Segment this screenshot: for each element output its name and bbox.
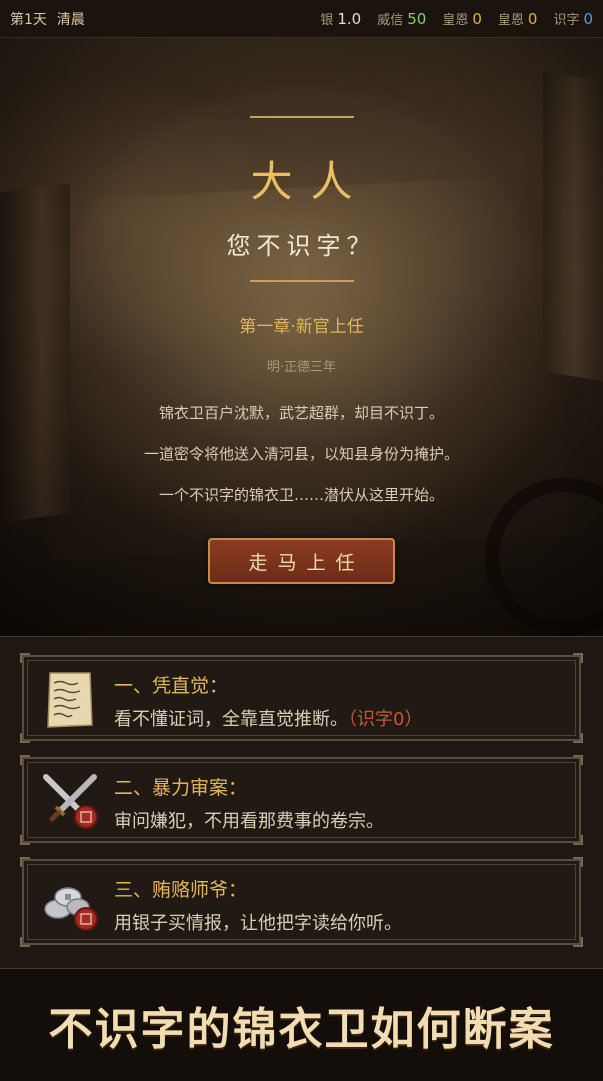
silver-coins-icon <box>44 887 98 931</box>
start-button[interactable]: 走马上任 <box>208 538 395 584</box>
stat-label: 银 <box>320 13 334 28</box>
frame-corner <box>20 733 30 743</box>
stat-value: 1.0 <box>337 10 362 28</box>
choice-force[interactable]: 二、暴力审案： 审问嫌犯，不用看那费事的卷宗。 <box>20 755 583 845</box>
choice-desc: 用银子买情报，让他把字读给你听。 <box>114 913 402 934</box>
frame-corner <box>20 857 30 867</box>
chapter-title: 第一章·新官上任 <box>239 317 364 337</box>
frame-corner <box>573 835 583 845</box>
frame-corner <box>20 937 30 947</box>
frame-corner <box>20 835 30 845</box>
stat-value: 0 <box>472 10 482 28</box>
choice-desc: 看不懂证词，全靠直觉推断。（识字0） <box>114 705 422 731</box>
frame-corner <box>573 937 583 947</box>
stat-value: 0 <box>527 10 538 28</box>
divider-bottom <box>250 280 354 282</box>
intro-title: 大人 <box>250 157 371 206</box>
intro-subtitle: 您不识字？ <box>226 232 377 260</box>
stat-value: 50 <box>407 10 427 28</box>
frame-corner <box>20 653 30 663</box>
time-of-day: 清晨 <box>56 11 85 28</box>
choice-name: 三、贿赂师爷： <box>114 879 248 901</box>
stat-label: 识字 <box>553 13 580 28</box>
choice-name: 二、暴力审案： <box>114 777 248 799</box>
stat-value: 0 <box>583 10 593 28</box>
status-bar: 第1天 清晨 银 1.0 威信 50 皇恩 0 皇恩 0 识字 0 <box>0 0 603 38</box>
literacy-tag: （识字0） <box>348 709 423 730</box>
stat-silver: 银 1.0 <box>320 9 361 28</box>
day-counter: 第1天 <box>10 11 47 28</box>
era-label: 明·正德三年 <box>266 360 337 375</box>
frame-corner <box>573 857 583 867</box>
frame-corner <box>573 755 583 765</box>
choice-name: 一、凭直觉： <box>114 675 229 697</box>
divider-top <box>250 116 354 118</box>
promo-slogan: 不识字的锦衣卫如何断案 <box>0 968 603 1081</box>
stat-prestige: 威信 50 <box>377 9 426 28</box>
stat-label: 皇恩 <box>442 13 469 28</box>
frame-corner <box>20 755 30 765</box>
story-line: 锦衣卫百户沈默，武艺超群，却目不识丁。 <box>158 404 444 422</box>
choice-panel: 一、凭直觉： 看不懂证词，全靠直觉推断。（识字0） 二、暴力审案： 审问嫌犯，不… <box>0 636 603 969</box>
stat-imperial-favor-2: 皇恩 0 <box>498 9 538 28</box>
frame-corner <box>573 733 583 743</box>
story-line: 一个不识字的锦衣卫……潜伏从这里开始。 <box>158 486 444 504</box>
stat-literacy: 识字 0 <box>553 9 593 28</box>
stat-label: 皇恩 <box>497 13 524 28</box>
choice-desc-text: 看不懂证词，全靠直觉推断。 <box>114 709 348 730</box>
story-line: 一道密令将他送入清河县，以知县身份为掩护。 <box>143 445 459 463</box>
crossed-swords-icon <box>43 774 98 829</box>
choice-bribe[interactable]: 三、贿赂师爷： 用银子买情报，让他把字读给你听。 <box>20 857 583 947</box>
stat-label: 威信 <box>377 13 404 28</box>
paper-scroll-icon <box>47 672 93 728</box>
stat-imperial-favor: 皇恩 0 <box>442 9 482 28</box>
frame-corner <box>573 653 583 663</box>
choice-desc: 审问嫌犯，不用看那费事的卷宗。 <box>114 811 384 832</box>
choice-intuition[interactable]: 一、凭直觉： 看不懂证词，全靠直觉推断。（识字0） <box>20 653 583 743</box>
